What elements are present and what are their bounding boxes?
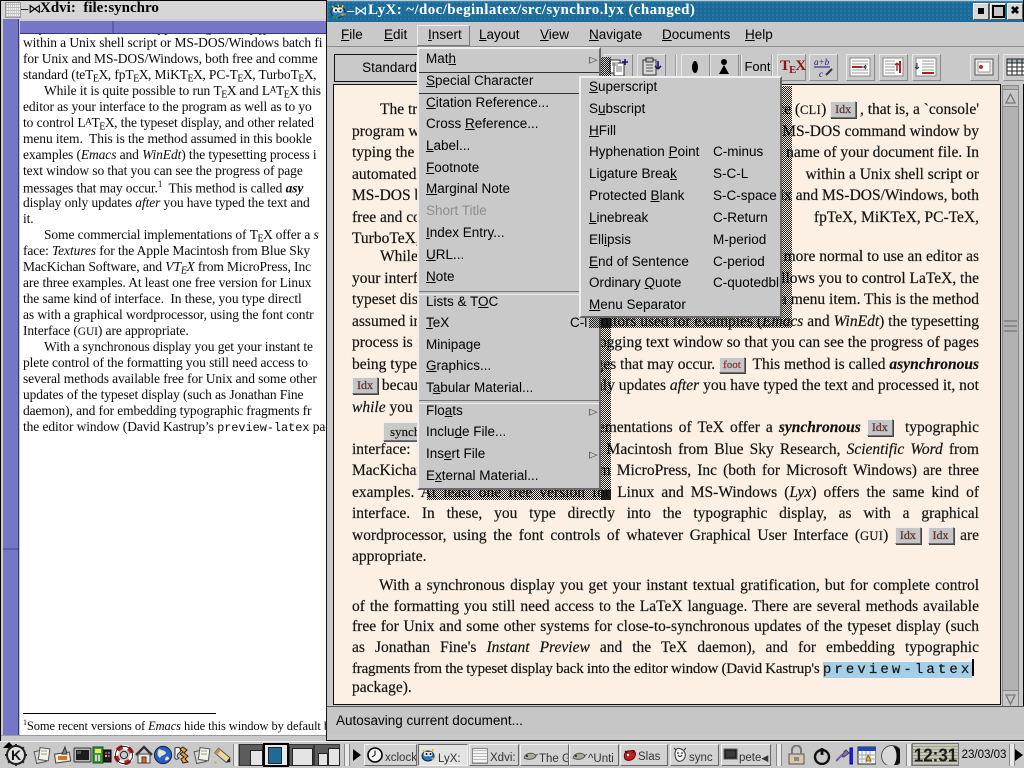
svg-text:K: K [11, 747, 21, 763]
